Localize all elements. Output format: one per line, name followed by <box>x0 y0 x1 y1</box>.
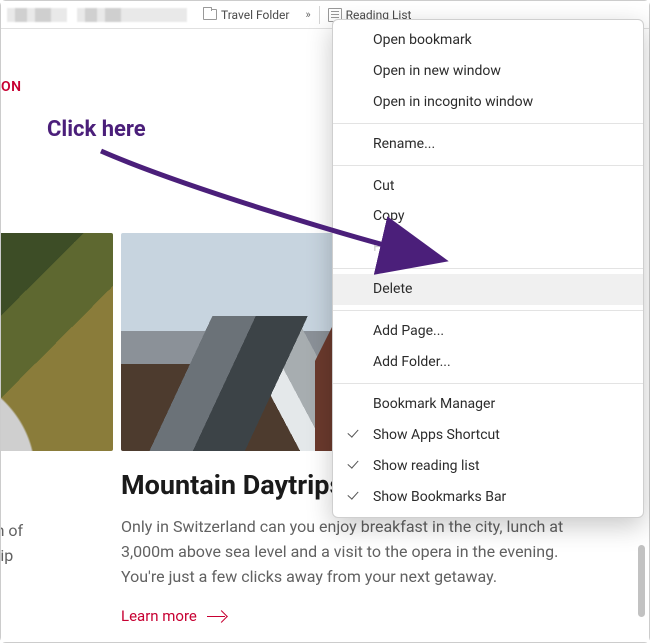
annotation-label: Click here <box>47 117 146 142</box>
menu-paste[interactable]: Paste <box>333 232 643 263</box>
learn-more-label: Learn more <box>121 607 197 625</box>
menu-separator <box>333 268 643 269</box>
menu-cut[interactable]: Cut <box>333 171 643 202</box>
bookmark-item-blurred[interactable] <box>7 8 67 22</box>
bookmarks-overflow-button[interactable]: » <box>299 8 316 21</box>
bookmark-item-blurred[interactable] <box>77 8 187 22</box>
menu-open-incognito[interactable]: Open in incognito window <box>333 87 643 118</box>
menu-bookmark-manager[interactable]: Bookmark Manager <box>333 389 643 420</box>
article-fragment-left: entration of a road trip <box>1 519 111 569</box>
menu-show-bookmarks-bar[interactable]: Show Bookmarks Bar <box>333 482 643 513</box>
article-body: Only in Switzerland can you enjoy breakf… <box>121 515 601 589</box>
learn-more-link[interactable]: Learn more <box>121 607 601 625</box>
menu-separator <box>333 165 643 166</box>
bookmark-folder-label: Travel Folder <box>221 8 289 22</box>
bookmark-context-menu: Open bookmark Open in new window Open in… <box>332 19 644 518</box>
nav-tab-partial[interactable]: ON <box>1 79 22 95</box>
folder-icon <box>203 9 217 20</box>
menu-copy[interactable]: Copy <box>333 201 643 232</box>
menu-separator <box>333 310 643 311</box>
menu-show-reading-list[interactable]: Show reading list <box>333 451 643 482</box>
arrow-right-icon <box>207 616 225 618</box>
menu-add-page[interactable]: Add Page... <box>333 316 643 347</box>
separator <box>319 6 320 24</box>
card-image-road[interactable] <box>1 233 113 451</box>
bookmark-folder-travel[interactable]: Travel Folder <box>197 6 295 24</box>
menu-separator <box>333 123 643 124</box>
menu-add-folder[interactable]: Add Folder... <box>333 347 643 378</box>
scrollbar-thumb[interactable] <box>638 545 645 617</box>
menu-open-new-window[interactable]: Open in new window <box>333 56 643 87</box>
menu-open-bookmark[interactable]: Open bookmark <box>333 25 643 56</box>
menu-show-apps-shortcut[interactable]: Show Apps Shortcut <box>333 420 643 451</box>
menu-delete[interactable]: Delete <box>333 274 643 305</box>
menu-rename[interactable]: Rename... <box>333 129 643 160</box>
menu-separator <box>333 383 643 384</box>
